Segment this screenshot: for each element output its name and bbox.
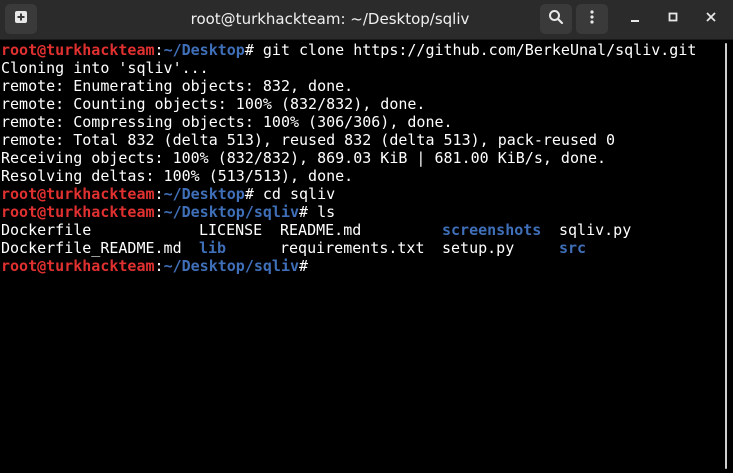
prompt-separator: : xyxy=(154,41,164,59)
ls-output: Dockerfile LICENSE README.md screenshots… xyxy=(1,221,721,257)
ls-entry-directory: screenshots xyxy=(442,221,542,239)
maximize-icon xyxy=(667,10,679,28)
prompt-symbol: # xyxy=(244,185,254,203)
maximize-button[interactable] xyxy=(660,6,686,32)
ls-entry-file: sqliv.py xyxy=(559,221,632,239)
prompt-line: root@turkhackteam:~/Desktop# git clone h… xyxy=(1,41,721,59)
new-tab-button[interactable] xyxy=(5,4,37,34)
ls-entry-directory: src xyxy=(559,239,587,257)
ls-entry-file: LICENSE xyxy=(199,221,263,239)
command-text: ls xyxy=(308,203,336,221)
scrollbar[interactable] xyxy=(723,41,733,473)
ls-entry-file: Dockerfile_README.md xyxy=(1,239,182,257)
menu-button[interactable] xyxy=(576,4,608,34)
prompt-user-host: root@turkhackteam xyxy=(1,257,155,275)
ls-entry-file: Dockerfile xyxy=(1,221,92,239)
search-button[interactable] xyxy=(540,4,572,34)
prompt-line: root@turkhackteam:~/Desktop/sqliv# ls xyxy=(1,203,721,221)
prompt-symbol: # xyxy=(299,203,309,221)
minimize-button[interactable] xyxy=(622,6,648,32)
search-icon xyxy=(548,9,564,30)
prompt-separator: : xyxy=(154,257,164,275)
prompt-user-host: root@turkhackteam xyxy=(1,41,155,59)
output-line: remote: Counting objects: 100% (832/832)… xyxy=(1,95,426,113)
prompt-line: root@turkhackteam:~/Desktop# cd sqliv xyxy=(1,185,721,203)
output-line: Cloning into 'sqliv'... xyxy=(1,59,209,77)
output-line: Resolving deltas: 100% (513/513), done. xyxy=(1,167,354,185)
title-bar: root@turkhackteam: ~/Desktop/sqliv xyxy=(0,0,733,40)
prompt-user-host: root@turkhackteam xyxy=(1,203,155,221)
terminal-window: root@turkhackteam: ~/Desktop/sqliv root@… xyxy=(0,0,733,473)
output-line: remote: Enumerating objects: 832, done. xyxy=(1,77,354,95)
prompt-path: ~/Desktop/sqliv xyxy=(163,257,300,275)
output-line: Receiving objects: 100% (832/832), 869.0… xyxy=(1,149,607,167)
ls-entry-file: requirements.txt xyxy=(280,239,425,257)
prompt-separator: : xyxy=(154,185,164,203)
scrollbar-thumb[interactable] xyxy=(725,43,727,469)
window-title: root@turkhackteam: ~/Desktop/sqliv xyxy=(190,10,470,28)
close-button[interactable] xyxy=(698,6,724,32)
prompt-path: ~/Desktop xyxy=(163,41,245,59)
prompt-symbol: # xyxy=(299,257,309,275)
minimize-icon xyxy=(629,10,641,28)
prompt-separator: : xyxy=(154,203,164,221)
ls-entry-file: setup.py xyxy=(442,239,515,257)
command-text: cd sqliv xyxy=(253,185,336,203)
ls-entry-file: README.md xyxy=(280,221,362,239)
command-text: git clone https://github.com/BerkeUnal/s… xyxy=(253,41,697,59)
ls-entry-directory: lib xyxy=(199,239,227,257)
close-icon xyxy=(705,10,717,28)
prompt-path: ~/Desktop/sqliv xyxy=(163,203,300,221)
new-tab-icon xyxy=(13,9,29,30)
prompt-user-host: root@turkhackteam xyxy=(1,185,155,203)
prompt-symbol: # xyxy=(244,41,254,59)
output-line: remote: Total 832 (delta 513), reused 83… xyxy=(1,131,616,149)
kebab-menu-icon xyxy=(584,9,600,30)
terminal-output[interactable]: root@turkhackteam:~/Desktop# git clone h… xyxy=(1,41,721,471)
output-line: remote: Compressing objects: 100% (306/3… xyxy=(1,113,453,131)
prompt-line: root@turkhackteam:~/Desktop/sqliv# xyxy=(1,257,721,275)
prompt-path: ~/Desktop xyxy=(163,185,245,203)
